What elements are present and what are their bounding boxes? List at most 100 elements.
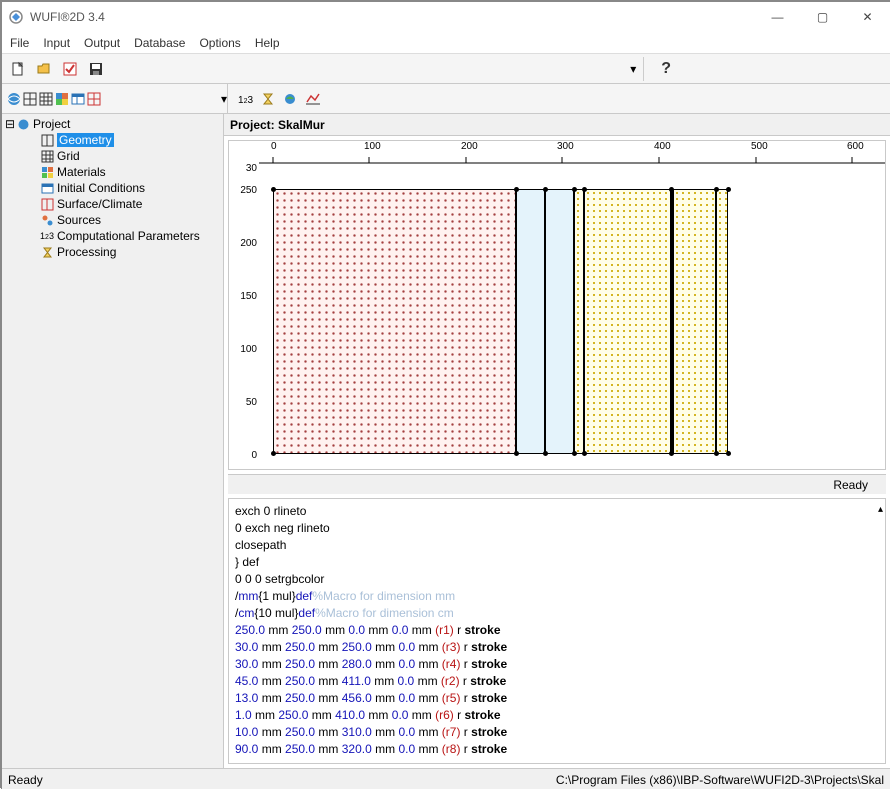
seg-r2 [673, 189, 716, 454]
tick: 200 [229, 238, 257, 249]
tick: 400 [654, 141, 671, 152]
tree-label: Surface/Climate [57, 197, 142, 211]
toolbar-dropdown-icon[interactable]: ▾ [627, 62, 639, 76]
code-line: 30.0 mm 250.0 mm 250.0 mm 0.0 mm (r3) r … [235, 639, 879, 656]
code-line: 1.0 mm 250.0 mm 410.0 mm 0.0 mm (r6) r s… [235, 707, 879, 724]
tick: 600 [847, 141, 864, 152]
code-line: 0 0 0 setrgbcolor [235, 571, 879, 588]
hourglass-icon[interactable] [261, 92, 275, 106]
menu-database[interactable]: Database [134, 36, 185, 50]
code-line: 250.0 mm 250.0 mm 0.0 mm 0.0 mm (r1) r s… [235, 622, 879, 639]
materials-icon [40, 165, 54, 179]
code-line: 45.0 mm 250.0 mm 411.0 mm 0.0 mm (r2) r … [235, 673, 879, 690]
tree-label: Geometry [57, 133, 114, 147]
tick: 200 [461, 141, 478, 152]
ruler-vertical: 30 250 200 150 100 50 0 [229, 165, 259, 469]
scroll-up-icon[interactable]: ▴ [878, 501, 883, 518]
check-button[interactable] [58, 57, 82, 81]
tree-label: Computational Parameters [57, 229, 200, 243]
save-button[interactable] [84, 57, 108, 81]
toolbar-main: ▾ ? [2, 54, 890, 84]
canvas-status-text: Ready [833, 478, 868, 492]
menu-options[interactable]: Options [199, 36, 240, 50]
grid1-icon[interactable] [22, 91, 38, 107]
project-header: Project: SkalMur [224, 114, 890, 136]
tree-item-geometry[interactable]: Geometry [2, 132, 223, 148]
status-bar: Ready C:\Program Files (x86)\IBP-Softwar… [2, 768, 890, 789]
processing-icon [40, 245, 54, 259]
tick: 0 [229, 450, 257, 461]
grid-color-icon[interactable] [54, 91, 70, 107]
canvas-status: Ready [228, 474, 886, 494]
code-line: exch 0 rlineto [235, 503, 879, 520]
close-button[interactable]: ✕ [845, 2, 890, 32]
menu-file[interactable]: File [10, 36, 29, 50]
tick: 150 [229, 291, 257, 302]
tree-label: Processing [57, 245, 116, 259]
code-line: } def [235, 554, 879, 571]
tick: 500 [751, 141, 768, 152]
globe-icon[interactable] [6, 91, 22, 107]
maximize-button[interactable]: ▢ [800, 2, 845, 32]
menu-bar: File Input Output Database Options Help [2, 32, 890, 54]
tick: 100 [229, 344, 257, 355]
menu-help[interactable]: Help [255, 36, 280, 50]
tree-item-initial[interactable]: Initial Conditions [2, 180, 223, 196]
tree-item-sources[interactable]: Sources [2, 212, 223, 228]
code-line: /mm{1 mul}def%Macro for dimension mm [235, 588, 879, 605]
seg-r8 [584, 189, 671, 454]
project-tree: ⊟ Project Geometry Grid Materials Initia… [2, 114, 224, 768]
minimize-button[interactable]: — [755, 2, 800, 32]
ruler-horizontal: 0 100 200 300 400 500 600 [259, 141, 885, 165]
seg-r4 [545, 189, 574, 454]
table-icon[interactable] [70, 91, 86, 107]
geometry-shapes [273, 189, 728, 454]
toolbar-secondary: ▾ 123 [2, 84, 890, 114]
tick: 250 [229, 185, 257, 196]
tree-item-grid[interactable]: Grid [2, 148, 223, 164]
geometry-canvas[interactable]: 0 100 200 300 400 500 600 30 250 200 150… [228, 140, 886, 470]
seg-r5 [716, 189, 728, 454]
tree-label: Grid [57, 149, 80, 163]
tree-item-comp-params[interactable]: 123 Computational Parameters [2, 228, 223, 244]
earth-icon[interactable] [283, 92, 297, 106]
tree-label: Sources [57, 213, 101, 227]
globe-small-icon [16, 117, 30, 131]
seg-r1 [273, 189, 516, 454]
project-title: Project: SkalMur [230, 118, 325, 132]
tree-item-surface[interactable]: Surface/Climate [2, 196, 223, 212]
grid-icon [40, 149, 54, 163]
tree-label: Materials [57, 165, 106, 179]
menu-input[interactable]: Input [43, 36, 70, 50]
grid-red-icon[interactable] [86, 91, 102, 107]
order-icon[interactable]: 123 [238, 92, 253, 106]
geom-icon [40, 133, 54, 147]
code-line: /cm{10 mul}def%Macro for dimension cm [235, 605, 879, 622]
climate-icon [40, 197, 54, 211]
postscript-view[interactable]: ▴ exch 0 rlineto0 exch neg rlinetoclosep… [228, 498, 886, 764]
seg-r7 [574, 189, 584, 454]
open-file-button[interactable] [32, 57, 56, 81]
tree-item-materials[interactable]: Materials [2, 164, 223, 180]
status-right: C:\Program Files (x86)\IBP-Software\WUFI… [556, 773, 884, 787]
tick: 100 [364, 141, 381, 152]
tree-label: Initial Conditions [57, 181, 145, 195]
menu-output[interactable]: Output [84, 36, 120, 50]
params-icon: 123 [40, 229, 54, 243]
window-title: WUFI®2D 3.4 [30, 10, 755, 24]
tree-item-processing[interactable]: Processing [2, 244, 223, 260]
chart-icon[interactable] [305, 92, 321, 106]
status-left: Ready [8, 773, 556, 787]
grid2-icon[interactable] [38, 91, 54, 107]
tick: 0 [271, 141, 277, 152]
tick: 300 [557, 141, 574, 152]
tree-root[interactable]: ⊟ Project [2, 116, 223, 132]
code-line: 90.0 mm 250.0 mm 320.0 mm 0.0 mm (r8) r … [235, 741, 879, 758]
code-line: 0 exch neg rlineto [235, 520, 879, 537]
toolbar2-dropdown-icon[interactable]: ▾ [221, 92, 227, 106]
app-icon [8, 9, 24, 25]
tick: 50 [229, 397, 257, 408]
initial-icon [40, 181, 54, 195]
help-button[interactable]: ? [653, 60, 679, 78]
new-file-button[interactable] [6, 57, 30, 81]
